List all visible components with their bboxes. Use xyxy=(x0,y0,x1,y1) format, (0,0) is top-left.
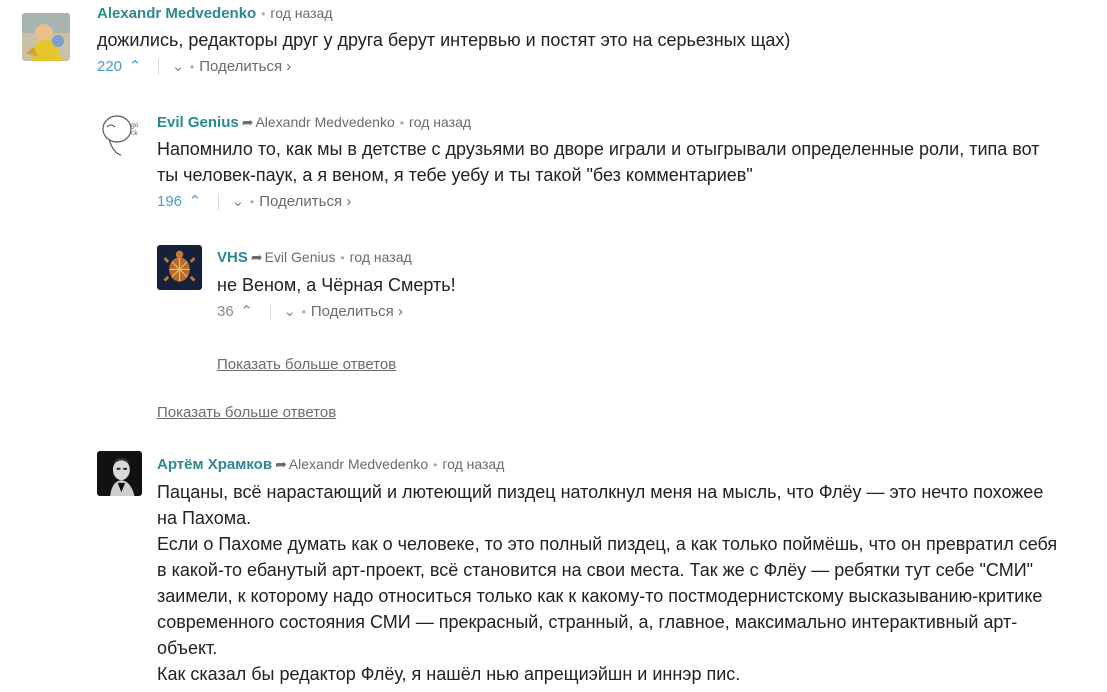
divider xyxy=(269,304,271,320)
share-link[interactable]: Поделиться › xyxy=(259,192,351,212)
avatar[interactable] xyxy=(157,245,202,290)
comment-paragraph: Если о Пахоме думать как о человеке, то … xyxy=(157,534,1058,658)
svg-text:ck: ck xyxy=(131,130,138,137)
reply-arrow-icon: ➦ xyxy=(275,456,287,472)
timestamp[interactable]: год назад xyxy=(409,114,471,130)
vote-count: 196 xyxy=(157,193,183,210)
chevron-down-icon[interactable]: ⌄ xyxy=(283,302,297,322)
comment-meta: Alexandr Medvedenko • год назад xyxy=(97,4,333,23)
comment-paragraph: не Веном, а Чёрная Смерть! xyxy=(217,275,456,295)
vote-count: 220 xyxy=(97,58,123,75)
share-link[interactable]: Поделиться › xyxy=(311,302,403,322)
chevron-down-icon[interactable]: ⌄ xyxy=(171,57,185,77)
author-name[interactable]: VHS xyxy=(217,249,248,266)
timestamp[interactable]: год назад xyxy=(350,249,412,265)
divider xyxy=(218,194,220,210)
avatar[interactable]: go ck xyxy=(95,109,143,157)
separator-dot: • xyxy=(340,251,345,265)
comment-actions: 36 ⌃ ⌄ • Поделиться › xyxy=(217,302,403,322)
avatar[interactable] xyxy=(97,451,142,496)
separator-dot: • xyxy=(433,458,438,472)
comment-paragraph: Напомнило то, как мы в детстве с друзьям… xyxy=(157,139,1040,185)
author-name[interactable]: Артём Храмков xyxy=(157,456,272,473)
chevron-up-icon[interactable]: ⌃ xyxy=(128,57,142,77)
comment-actions: 196 ⌃ ⌄ • Поделиться › xyxy=(157,192,351,212)
svg-text:go: go xyxy=(131,122,139,129)
divider xyxy=(158,59,160,75)
chevron-up-icon[interactable]: ⌃ xyxy=(240,302,254,322)
chevron-down-icon[interactable]: ⌄ xyxy=(231,192,245,212)
avatar[interactable] xyxy=(22,13,70,61)
comment-paragraph: Пацаны, всё нарастающий и лютеющий пизде… xyxy=(157,482,1044,528)
separator-dot: • xyxy=(250,195,255,209)
comment-meta: Evil Genius ➦ Alexandr Medvedenko • год наза… xyxy=(157,113,471,132)
separator-dot: • xyxy=(261,7,266,21)
reply-to-name[interactable]: Evil Genius xyxy=(265,249,336,265)
timestamp[interactable]: год назад xyxy=(442,456,504,472)
share-link[interactable]: Поделиться › xyxy=(199,57,291,77)
author-name[interactable]: Alexandr Medvedenko xyxy=(97,5,256,22)
show-more-replies-link[interactable]: Показать больше ответов xyxy=(157,404,336,421)
separator-dot: • xyxy=(301,305,306,319)
reply-arrow-icon: ➦ xyxy=(241,114,254,130)
comment-actions: 220 ⌃ ⌄ • Поделиться › xyxy=(97,57,291,77)
timestamp[interactable]: год назад xyxy=(270,5,332,21)
separator-dot: • xyxy=(399,116,404,130)
comment-body: Напомнило то, как мы в детстве с друзьям… xyxy=(157,136,1057,188)
vote-count: 36 xyxy=(217,303,234,320)
comment-meta: VHS ➦ Evil Genius • год назад xyxy=(217,248,412,267)
comment-body: дожились, редакторы друг у друга берут и… xyxy=(97,27,1077,53)
author-name[interactable]: Evil Genius xyxy=(157,114,239,131)
comment-meta: Артём Храмков ➦ Alexandr Medvedenko • год на… xyxy=(157,455,504,474)
reply-arrow-icon: ➦ xyxy=(250,249,263,265)
comment-body: не Веном, а Чёрная Смерть! xyxy=(217,272,1057,298)
separator-dot: • xyxy=(190,60,195,74)
comment-body: Пацаны, всё нарастающий и лютеющий пизде… xyxy=(157,479,1067,687)
show-more-replies-link[interactable]: Показать больше ответов xyxy=(217,356,396,373)
comment-paragraph: дожились, редакторы друг у друга берут и… xyxy=(97,30,791,50)
reply-to-name[interactable]: Alexandr Medvedenko xyxy=(255,114,394,130)
chevron-up-icon[interactable]: ⌃ xyxy=(188,192,202,212)
reply-to-name[interactable]: Alexandr Medvedenko xyxy=(289,456,428,472)
comment-paragraph: Как сказал бы редактор Флёу, я нашёл нью… xyxy=(157,664,741,684)
